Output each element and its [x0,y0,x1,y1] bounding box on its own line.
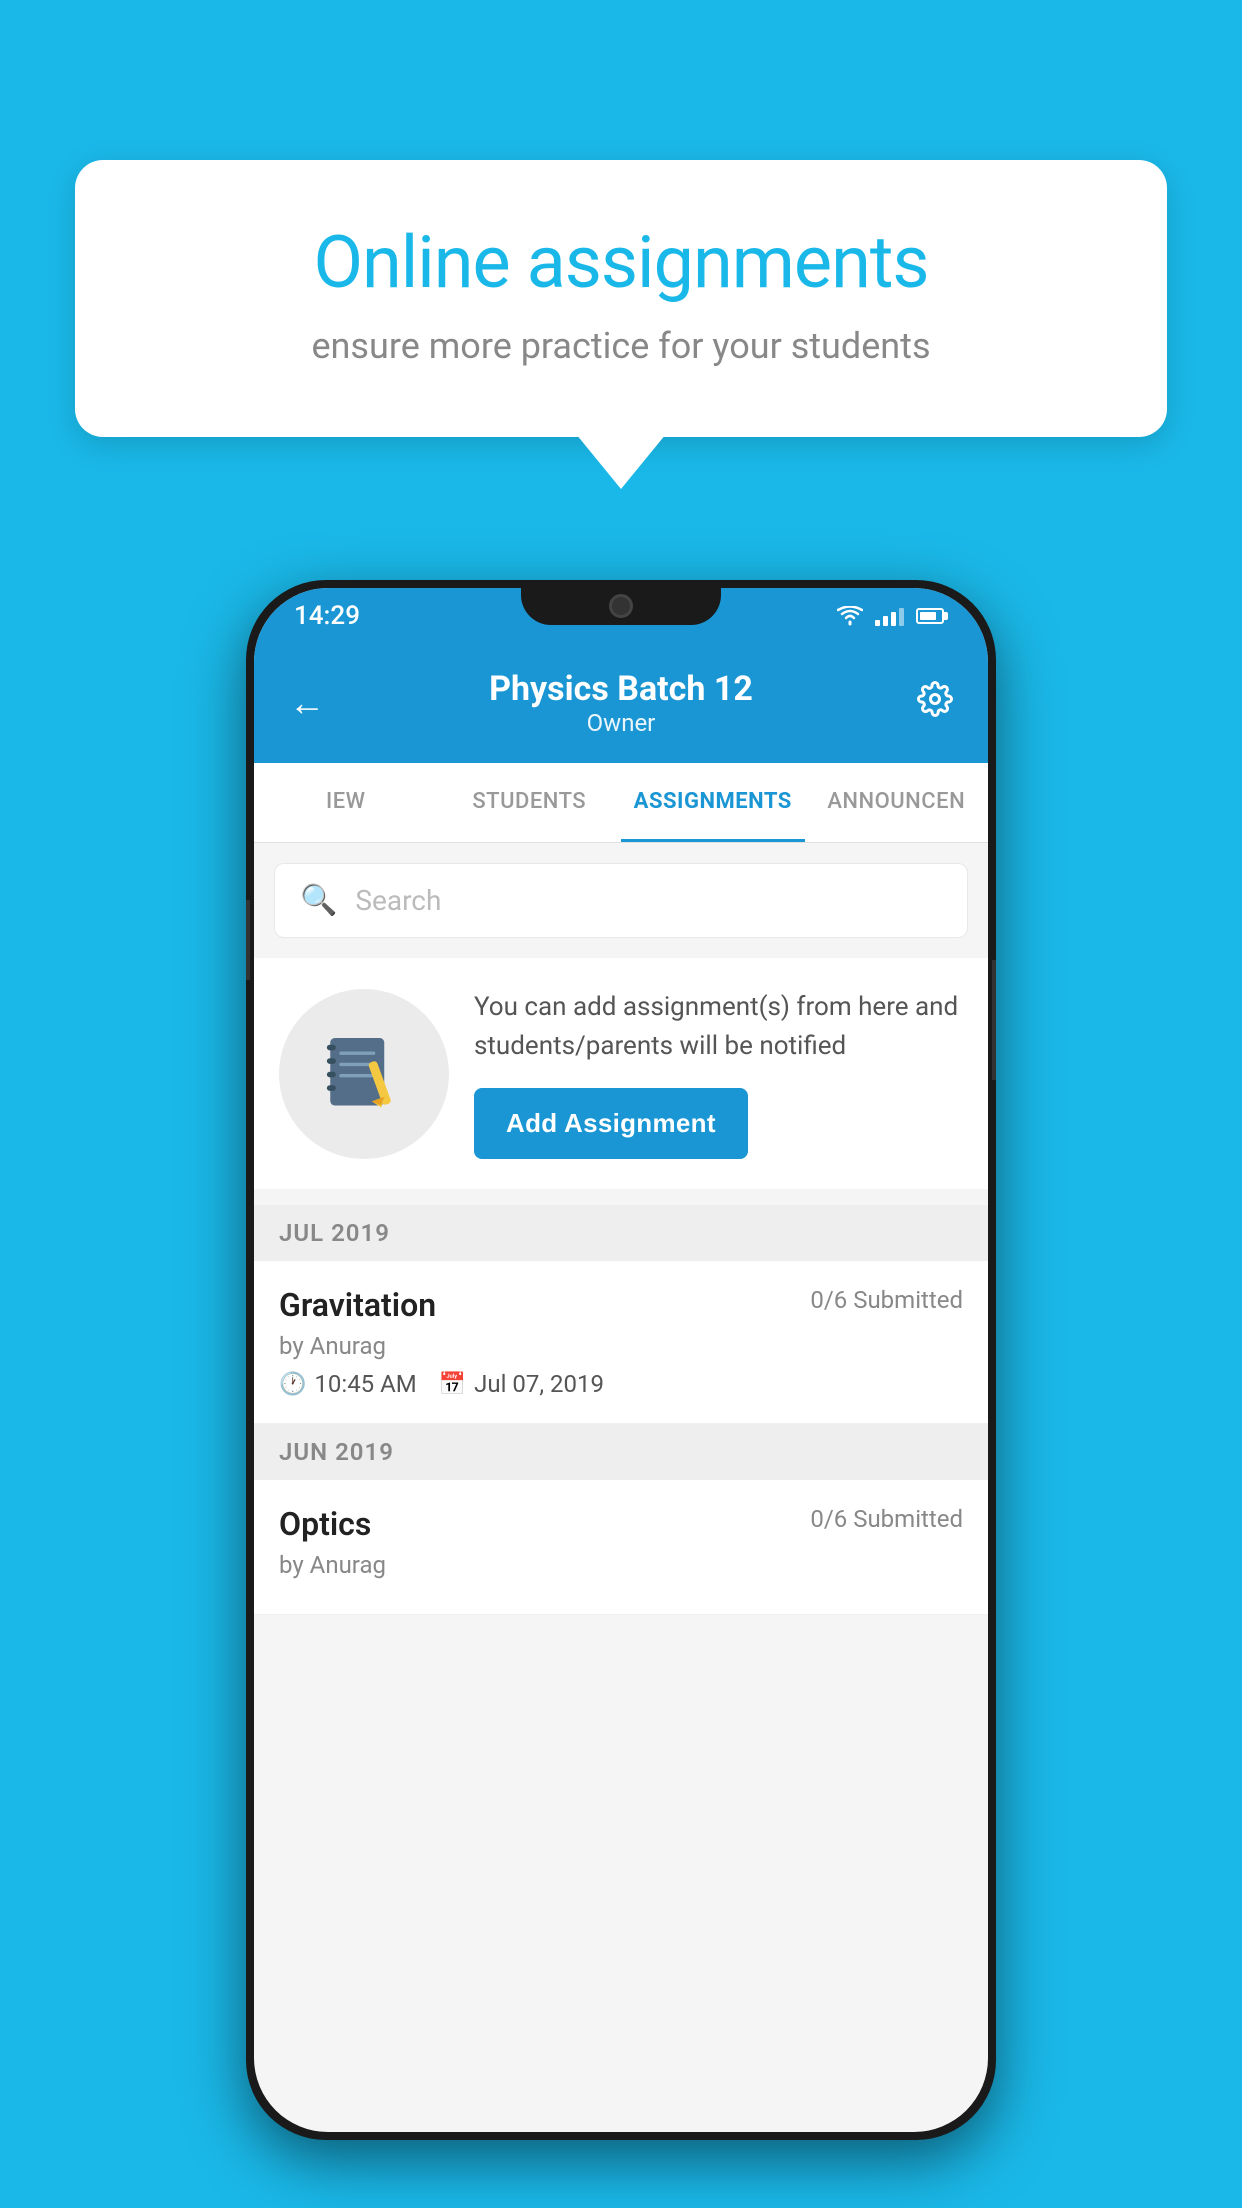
assignment-row-optics: Optics 0/6 Submitted [279,1505,963,1543]
settings-button[interactable] [917,681,953,726]
speech-bubble-card: Online assignments ensure more practice … [75,160,1167,437]
status-icons [837,606,948,626]
camera-dot [609,594,633,618]
tab-assignments[interactable]: ASSIGNMENTS [621,763,805,842]
battery-icon [916,608,948,624]
calendar-icon: 📅 [439,1372,466,1397]
gear-icon [917,681,953,717]
assignment-date: 📅 Jul 07, 2019 [439,1370,604,1398]
notebook-icon-circle [279,989,449,1159]
promo-description: You can add assignment(s) from here and … [474,988,963,1066]
power-button [992,960,996,1080]
promo-text-block: You can add assignment(s) from here and … [474,988,963,1159]
search-bar[interactable]: 🔍 Search [274,863,968,938]
time-value: 10:45 AM [314,1370,416,1398]
assignment-time: 🕐 10:45 AM [279,1370,417,1398]
tab-iew[interactable]: IEW [254,763,438,842]
month-separator-jul: JUL 2019 [254,1205,988,1261]
clock-icon: 🕐 [279,1372,306,1397]
signal-icon [875,606,904,626]
bubble-title: Online assignments [145,220,1097,305]
tab-students[interactable]: STUDENTS [438,763,622,842]
phone-screen: 14:29 [254,588,988,2132]
promo-section: You can add assignment(s) from here and … [254,958,988,1189]
assignment-meta: 🕐 10:45 AM 📅 Jul 07, 2019 [279,1370,963,1398]
date-value: Jul 07, 2019 [474,1370,604,1398]
assignment-by-optics: by Anurag [279,1551,963,1579]
assignment-name-optics: Optics [279,1505,371,1543]
phone-notch [521,580,721,625]
month-separator-jun: JUN 2019 [254,1424,988,1480]
bubble-subtitle: ensure more practice for your students [145,325,1097,367]
batch-subtitle: Owner [489,709,753,737]
back-button[interactable]: ← [289,682,325,724]
batch-title: Physics Batch 12 [489,669,753,709]
assignment-status-optics: 0/6 Submitted [810,1505,963,1533]
search-placeholder: Search [355,884,441,917]
wifi-icon [837,606,863,626]
add-assignment-button[interactable]: Add Assignment [474,1088,748,1159]
assignment-status: 0/6 Submitted [810,1286,963,1314]
phone-frame: 14:29 [246,580,996,2140]
volume-button [246,900,250,980]
tab-bar: IEW STUDENTS ASSIGNMENTS ANNOUNCEN [254,763,988,843]
status-time: 14:29 [294,601,360,631]
assignment-row: Gravitation 0/6 Submitted [279,1286,963,1324]
notebook-icon [319,1029,409,1119]
header-title-block: Physics Batch 12 Owner [489,669,753,737]
assignment-item-optics[interactable]: Optics 0/6 Submitted by Anurag [254,1480,988,1615]
search-icon: 🔍 [300,883,337,918]
assignment-name: Gravitation [279,1286,436,1324]
phone-mockup: 14:29 [246,580,996,2140]
tab-announcements[interactable]: ANNOUNCEN [805,763,989,842]
app-header: ← Physics Batch 12 Owner [254,643,988,763]
assignment-by: by Anurag [279,1332,963,1360]
assignment-item-gravitation[interactable]: Gravitation 0/6 Submitted by Anurag 🕐 10… [254,1261,988,1424]
